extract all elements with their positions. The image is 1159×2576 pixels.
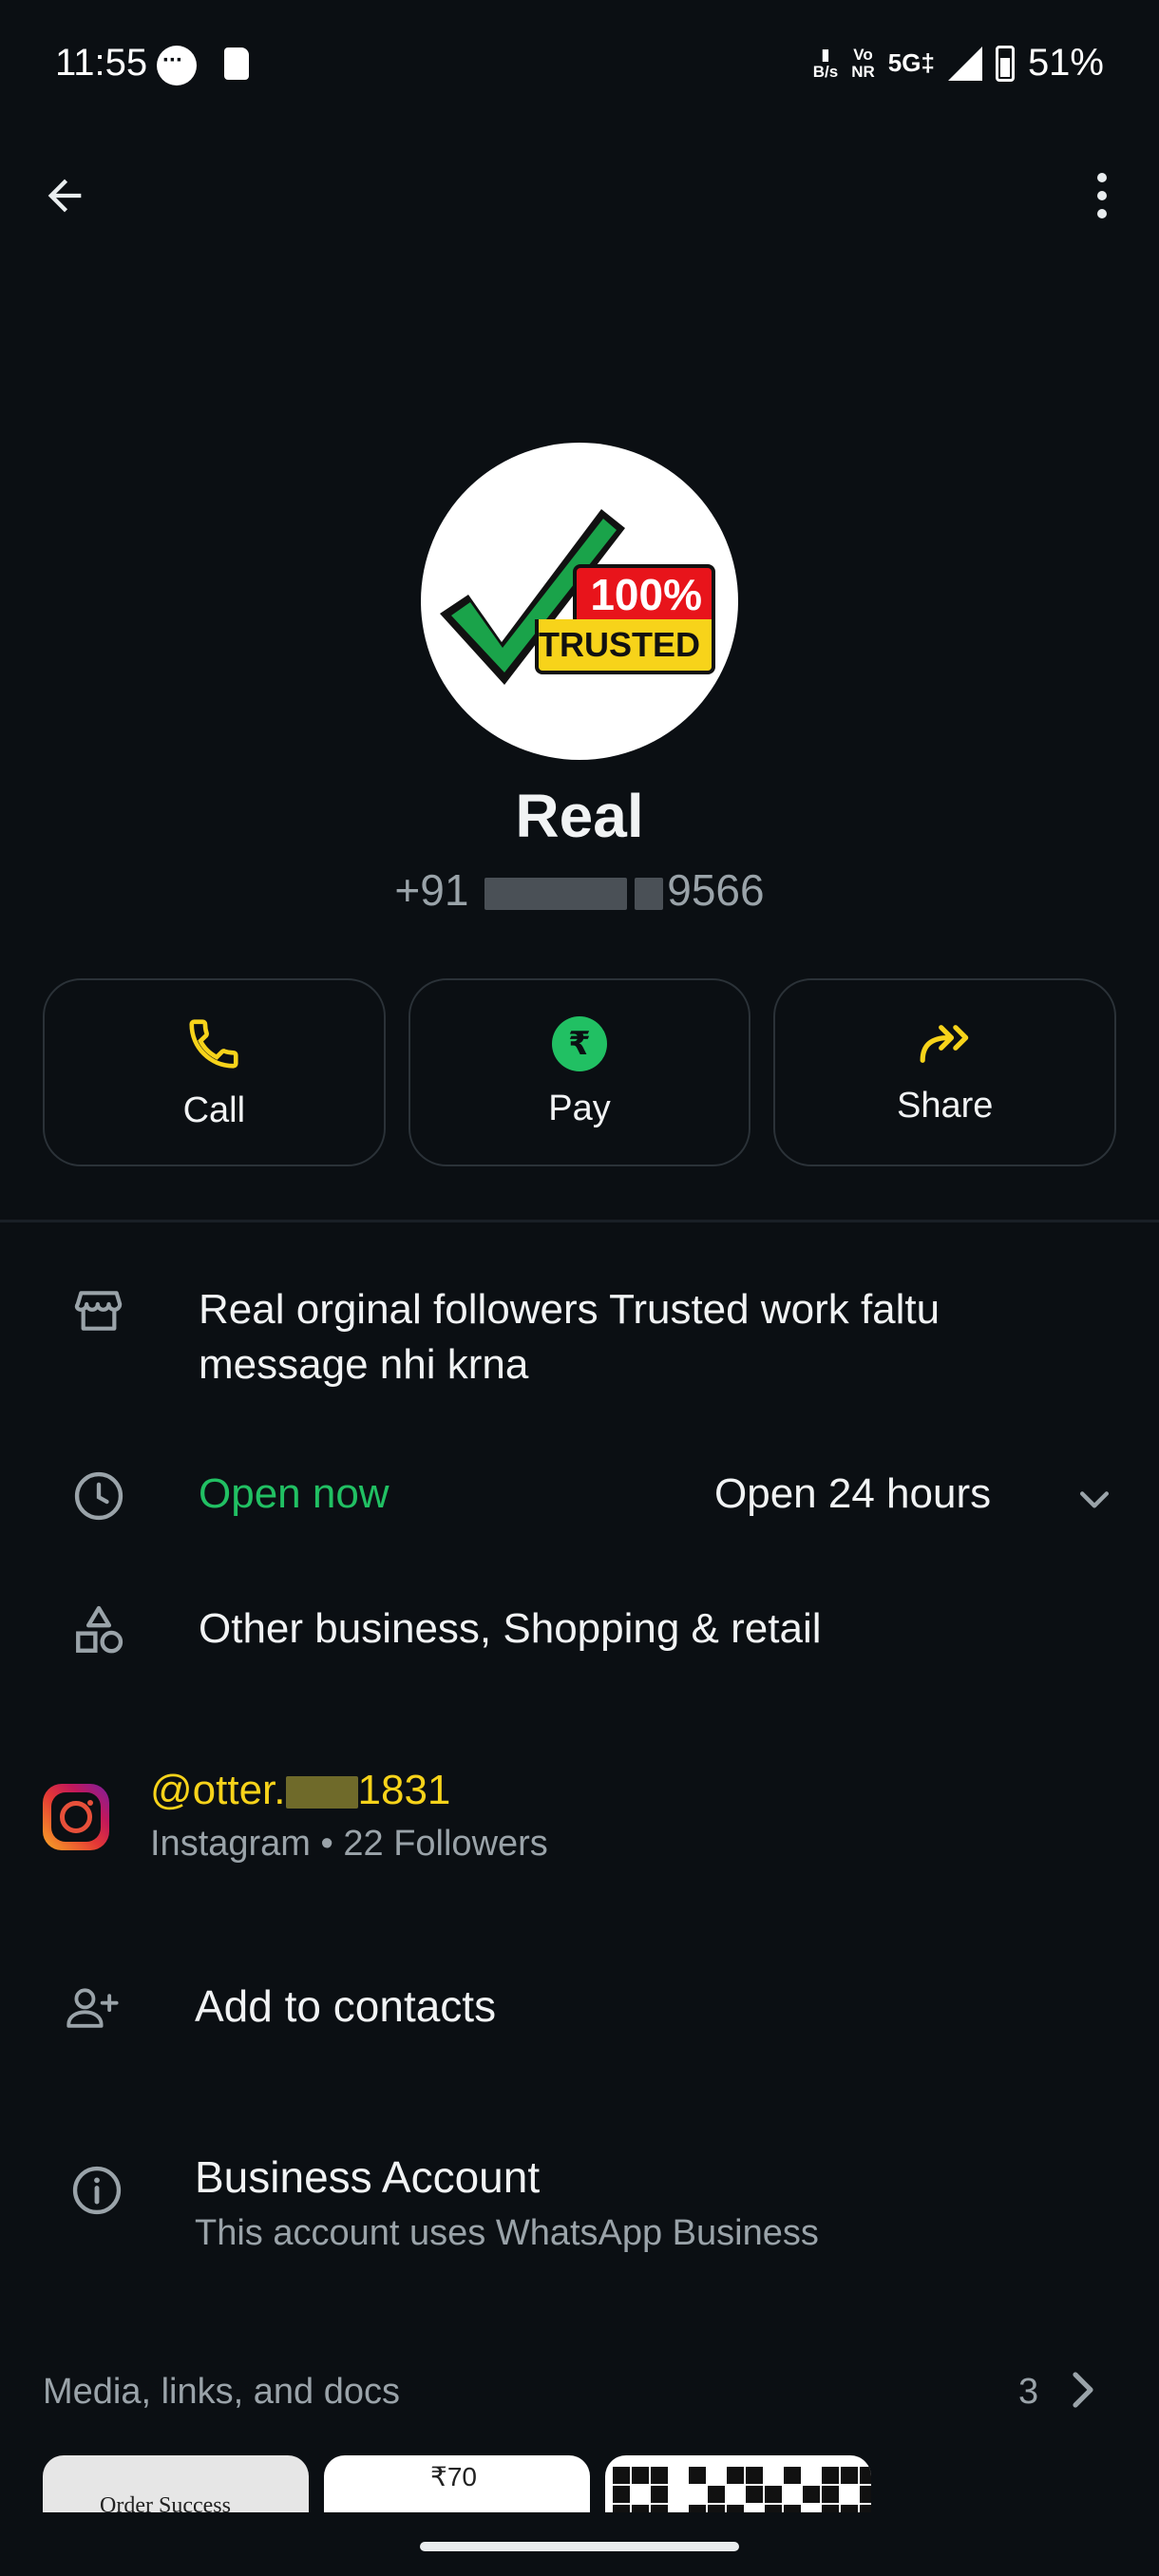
profile-avatar[interactable]: 100% TRUSTED xyxy=(421,443,738,760)
instagram-icon[interactable] xyxy=(43,1784,109,1850)
more-vertical-icon xyxy=(1097,173,1107,182)
share-button[interactable]: Share xyxy=(773,978,1117,1166)
chevron-right-icon[interactable] xyxy=(1064,2365,1102,2415)
media-section-title[interactable]: Media, links, and docs xyxy=(43,2372,400,2413)
signal-icon xyxy=(947,46,982,81)
action-buttons: Call ₹ Pay Share xyxy=(43,978,1117,1166)
contact-name: Real xyxy=(515,782,644,850)
more-options-button[interactable] xyxy=(1074,167,1130,224)
contact-phone: +91 9566 xyxy=(394,865,765,915)
phone-icon xyxy=(189,1018,238,1069)
business-account-title[interactable]: Business Account xyxy=(195,2151,540,2203)
volte-indicator: Vo NR xyxy=(851,45,875,81)
pay-label: Pay xyxy=(548,1088,611,1128)
status-time: 11:55 xyxy=(55,42,148,84)
media-thumbnails: Order Success ₹70 xyxy=(43,2455,871,2512)
network-type: 5G‡ xyxy=(887,48,935,77)
clipboard-notification-icon xyxy=(224,47,249,80)
status-bar: 11:55 ▮B/s VoNR 5G‡ 51% xyxy=(0,0,1159,133)
share-forward-icon xyxy=(920,1024,968,1063)
battery-percent: 51% xyxy=(1027,42,1104,84)
net-speed-indicator: ▮ B/s xyxy=(812,45,839,81)
qr-code-image xyxy=(613,2467,871,2512)
media-thumb-qr-code[interactable] xyxy=(605,2455,871,2512)
clock-icon xyxy=(70,1468,127,1525)
battery-icon xyxy=(995,45,1015,82)
media-thumb-payment[interactable]: ₹70 xyxy=(324,2455,590,2512)
info-icon xyxy=(68,2162,125,2219)
back-button[interactable] xyxy=(36,167,93,224)
business-category: Other business, Shopping & retail xyxy=(199,1605,822,1652)
category-shapes-icon xyxy=(70,1601,127,1658)
open-status: Open now xyxy=(199,1470,390,1517)
instagram-handle[interactable]: @otter. 1831 xyxy=(150,1767,450,1814)
media-thumb-order-success[interactable]: Order Success xyxy=(43,2455,309,2512)
trusted-badge-bottom: TRUSTED xyxy=(535,619,715,674)
rupee-icon: ₹ xyxy=(552,1015,607,1071)
add-person-icon[interactable] xyxy=(65,1979,122,2036)
business-description: Real orginal followers Trusted work falt… xyxy=(199,1286,940,1388)
call-button[interactable]: Call xyxy=(43,978,386,1166)
section-divider xyxy=(0,1220,1159,1222)
instagram-meta: Instagram • 22 Followers xyxy=(150,1824,548,1864)
add-to-contacts-button[interactable]: Add to contacts xyxy=(195,1980,496,2032)
call-label: Call xyxy=(182,1089,246,1130)
redacted-digits xyxy=(484,877,628,910)
message-notification-icon xyxy=(157,46,197,85)
status-icons: ▮ B/s Vo NR 5G‡ 51% xyxy=(813,42,1104,85)
media-count: 3 xyxy=(1018,2372,1039,2412)
chevron-down-icon[interactable] xyxy=(1074,1478,1115,1520)
business-hours[interactable]: Open 24 hours xyxy=(714,1470,991,1518)
trusted-badge-top: 100% xyxy=(573,564,715,621)
home-indicator[interactable] xyxy=(420,2542,739,2551)
pay-button[interactable]: ₹ Pay xyxy=(408,978,751,1166)
share-label: Share xyxy=(896,1085,994,1126)
redacted-handle xyxy=(285,1776,358,1809)
business-account-subtitle: This account uses WhatsApp Business xyxy=(195,2213,819,2253)
store-icon xyxy=(70,1282,127,1339)
arrow-left-icon xyxy=(48,179,82,213)
